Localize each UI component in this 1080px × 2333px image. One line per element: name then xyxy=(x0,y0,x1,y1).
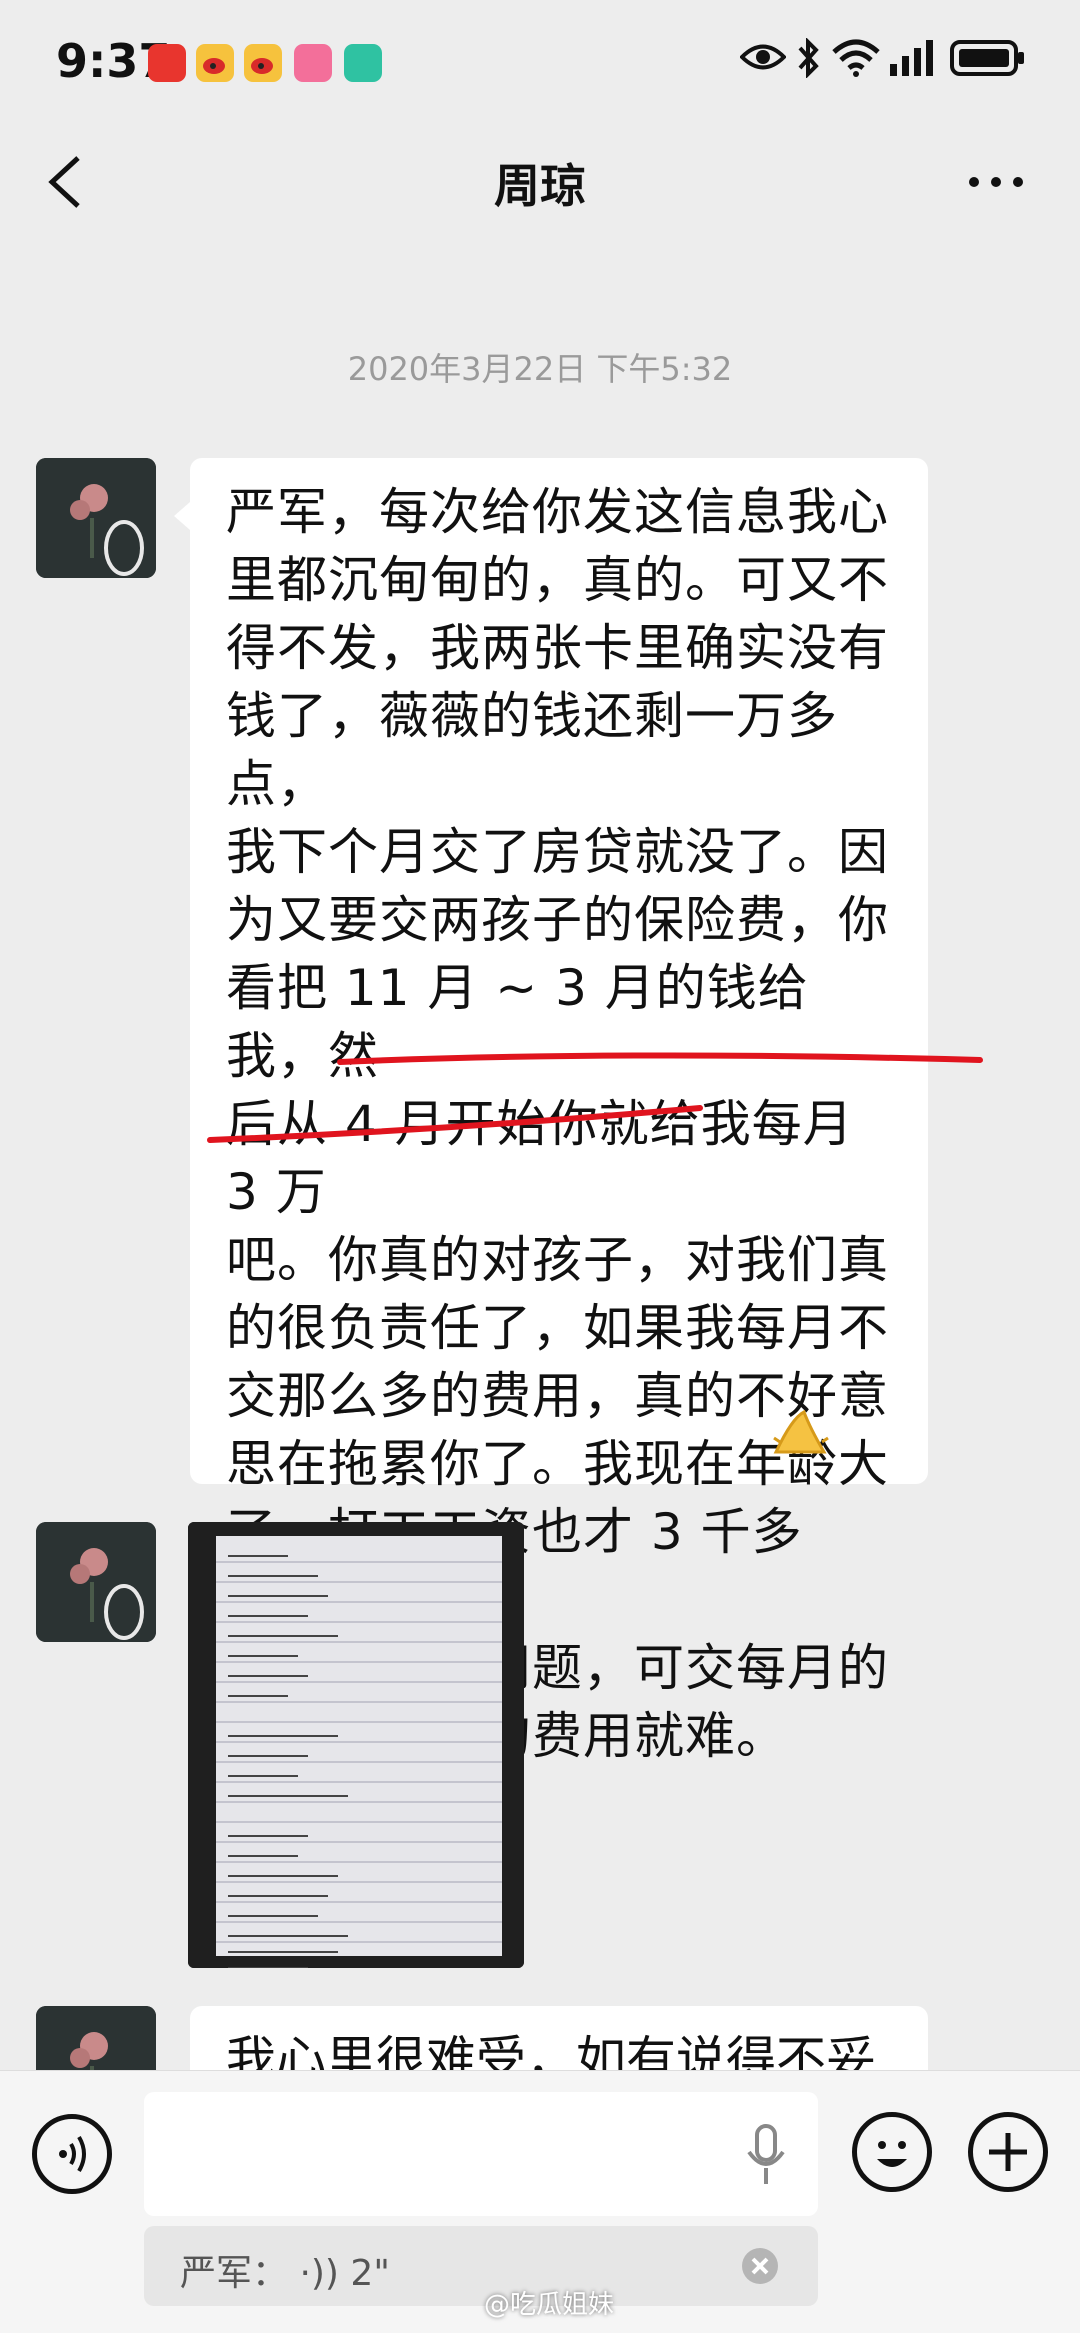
chat-title: 周琼 xyxy=(494,159,586,213)
bilibili-icon xyxy=(294,44,332,82)
bluetooth-icon xyxy=(798,38,819,78)
watermark: @吃瓜姐妹 xyxy=(484,2290,615,2320)
clear-quote-button[interactable] xyxy=(742,2248,778,2284)
voice-icon xyxy=(59,2135,86,2173)
avatar[interactable] xyxy=(36,1522,156,1642)
close-icon xyxy=(751,2257,769,2275)
more-actions-button[interactable] xyxy=(968,2112,1048,2192)
message-input[interactable] xyxy=(144,2092,818,2216)
emoji-button[interactable] xyxy=(852,2112,932,2192)
smiley-icon xyxy=(877,2141,907,2167)
signal-icon xyxy=(890,40,933,76)
huawei-icon xyxy=(148,44,186,82)
red-underline-annotation xyxy=(207,1052,983,1143)
weibo-icon xyxy=(244,44,282,82)
praying-hands-icon xyxy=(773,1409,829,1454)
message-timestamp: 2020年3月22日 下午5:32 xyxy=(347,350,733,388)
eye-icon xyxy=(740,44,786,70)
status-bar: 9:37 xyxy=(0,0,1080,120)
more-options-icon[interactable] xyxy=(968,176,1024,188)
microphone-icon[interactable] xyxy=(744,2124,788,2188)
avatar[interactable] xyxy=(36,458,156,578)
wifi-icon xyxy=(832,39,880,77)
message-bubble[interactable]: 严军，每次给你发这信息我心 里都沉甸甸的，真的。可又不 得不发，我两张卡里确实没… xyxy=(174,458,928,1765)
fingerprint-app-icon xyxy=(344,44,382,82)
quoted-message[interactable]: 严军： ·)) 2" xyxy=(144,2226,818,2306)
voice-input-button[interactable] xyxy=(32,2114,112,2194)
notebook-photo[interactable] xyxy=(188,1522,524,1968)
plus-icon xyxy=(989,2133,1027,2171)
battery-icon xyxy=(950,40,1024,76)
weibo-icon xyxy=(196,44,234,82)
quoted-text: 严军： ·)) 2" xyxy=(180,2253,390,2294)
